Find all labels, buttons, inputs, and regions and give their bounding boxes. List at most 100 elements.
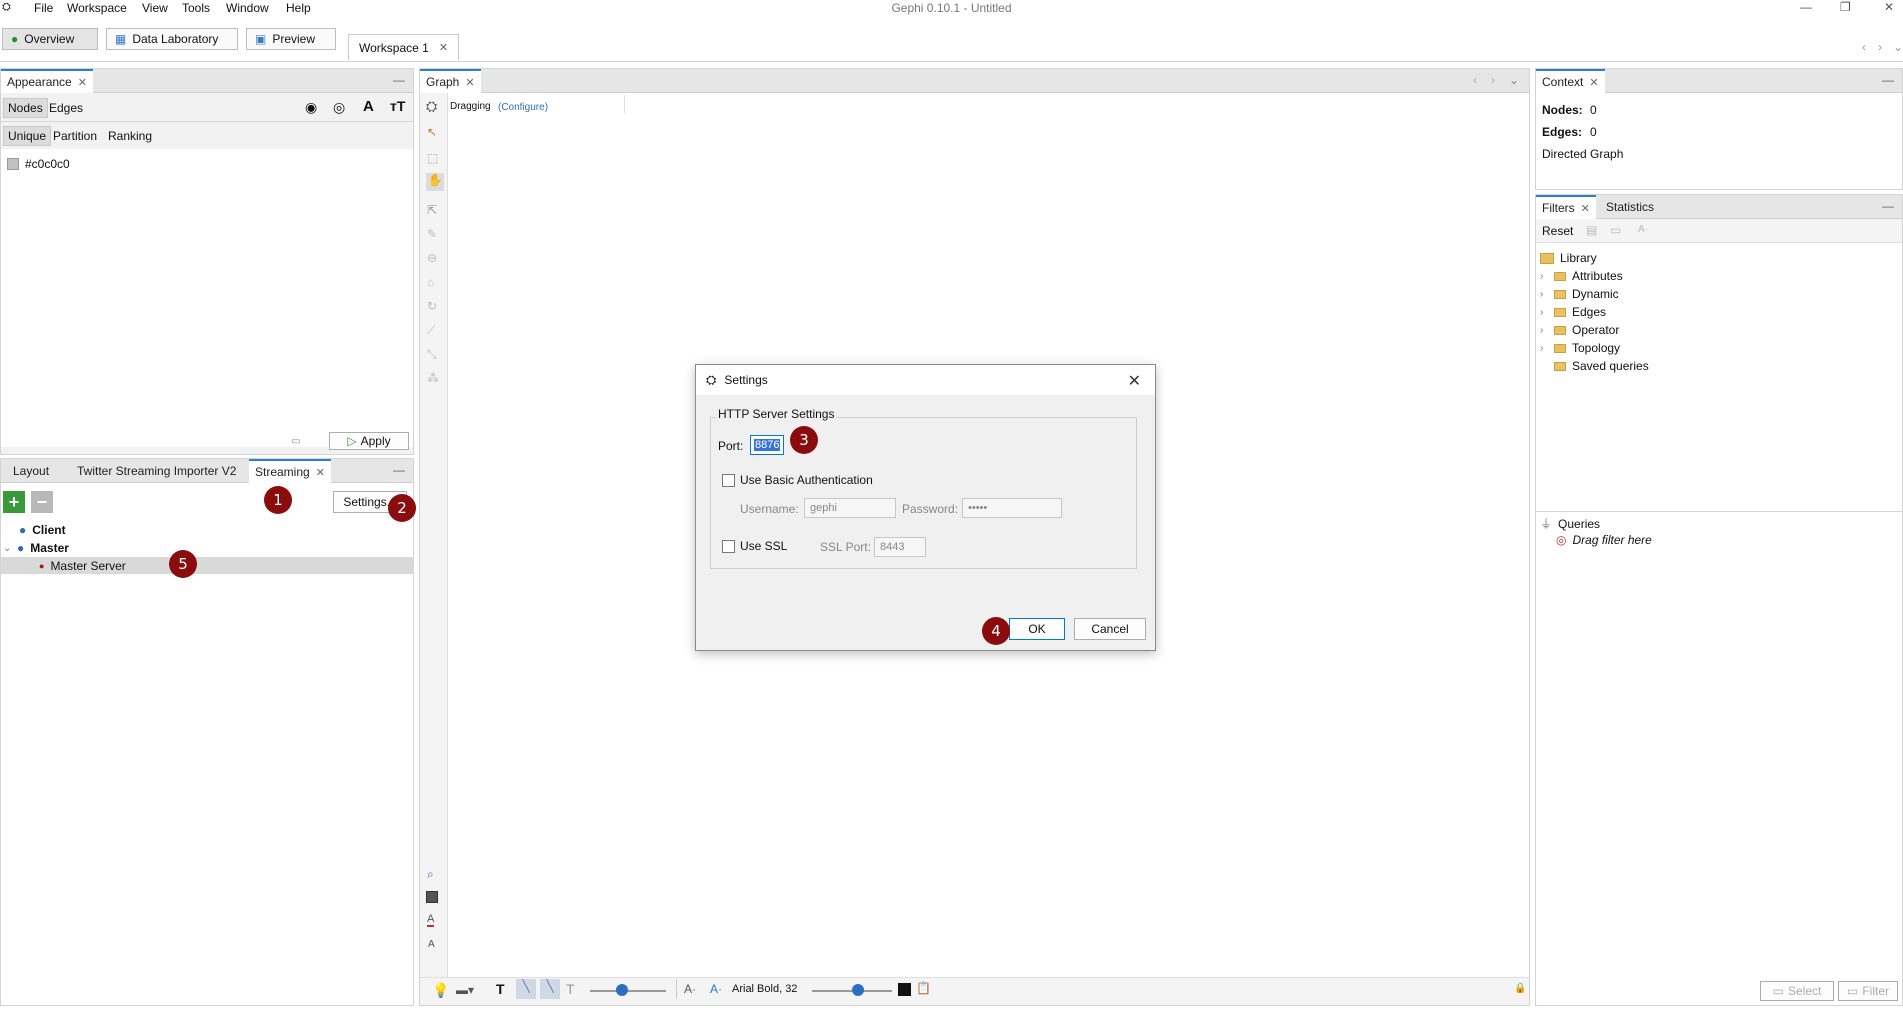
tree-item-operator[interactable]: › Operator [1540,323,1619,337]
chevron-down-icon[interactable]: ⌄ [3,543,11,554]
menu-window[interactable]: Window [226,1,269,15]
remove-icon[interactable]: − [31,491,53,513]
menu-help[interactable]: Help [286,1,311,15]
size-icon[interactable]: ◎ [333,99,345,116]
filter-button[interactable]: ▭ Filter [1838,981,1898,1001]
chevron-down-icon[interactable]: ⌄ [1509,73,1519,87]
basic-auth-checkbox[interactable] [722,474,735,487]
show-labels-icon[interactable]: T [496,981,505,997]
tree-item-library[interactable]: Library [1540,251,1597,265]
chevron-right-icon[interactable]: › [1540,325,1548,336]
minimize-panel-button[interactable]: — [1882,73,1894,87]
close-icon[interactable]: ✕ [1128,371,1141,391]
drag-hand-icon[interactable]: ✋ [426,173,444,191]
font-size-icon[interactable]: A· [684,982,696,996]
edge-toggle-icon[interactable]: ╲ [516,979,536,999]
menu-tools[interactable]: Tools [182,1,210,15]
tree-item-master-server[interactable]: ● Master Server [39,559,126,573]
apply-button[interactable]: ▷ Apply [329,432,409,450]
tree-item-client[interactable]: ● Client [19,523,66,537]
tree-item-saved-queries[interactable]: Saved queries [1554,359,1649,373]
close-icon[interactable]: ✕ [1589,76,1598,89]
minimize-panel-button[interactable]: — [393,463,405,477]
tab-unique[interactable]: Unique [3,126,52,146]
screenshot-icon[interactable]: ▬▾ [456,983,474,997]
close-icon[interactable]: ✕ [439,41,448,54]
menu-workspace[interactable]: Workspace [67,1,127,15]
scroll-right-icon[interactable]: › [1878,40,1882,54]
tree-item-edges[interactable]: › Edges [1540,305,1606,319]
chevron-right-icon[interactable]: › [1540,343,1548,354]
password-field[interactable]: ••••• [962,498,1062,518]
menu-view[interactable]: View [142,1,168,15]
label-size-icon[interactable]: тT [390,98,405,114]
chevron-right-icon[interactable]: › [1540,271,1548,282]
tab-appearance[interactable]: Appearance ✕ [1,69,93,93]
tab-twitter-importer[interactable]: Twitter Streaming Importer V2 [71,459,242,483]
slider-thumb[interactable] [852,984,864,996]
chevron-right-icon[interactable]: › [1540,307,1548,318]
tree-item-attributes[interactable]: › Attributes [1540,269,1623,283]
tab-streaming[interactable]: Streaming ✕ [249,459,331,483]
add-icon[interactable]: + [3,491,25,513]
heat-map-icon[interactable]: ⁂ [427,371,439,385]
clipboard-icon[interactable]: 📋 [916,981,931,995]
scroll-right-icon[interactable]: › [1491,73,1495,87]
font-color-icon[interactable]: A· [710,982,722,996]
color-swatch[interactable] [7,158,19,170]
tab-edges[interactable]: Edges [45,98,87,118]
edge-color-icon[interactable]: ╲ [540,979,560,999]
select-neighbors-icon[interactable]: ⇱ [427,203,437,217]
tab-workspace-1[interactable]: Workspace 1 ✕ [348,34,460,60]
export-icon[interactable]: ▤ [1586,223,1597,237]
label-color-icon[interactable]: A [427,913,435,927]
close-icon[interactable]: ✕ [1581,202,1590,215]
scroll-left-icon[interactable]: ‹ [1473,73,1477,87]
tree-item-topology[interactable]: › Topology [1540,341,1620,355]
chevron-right-icon[interactable]: › [1540,289,1548,300]
size-tool-icon[interactable]: ⊖ [427,251,437,265]
edge-labels-icon[interactable]: T [566,981,575,997]
label-color-swatch[interactable] [898,983,911,996]
edge-size-slider[interactable] [590,990,666,992]
scroll-left-icon[interactable]: ‹ [1862,40,1866,54]
tab-partition[interactable]: Partition [49,126,101,146]
palette-icon[interactable]: ◉ [305,99,317,116]
label-size-icon[interactable]: A [428,939,435,950]
save-icon[interactable]: ▭ [1610,223,1621,237]
select-button[interactable]: ▭ Select [1760,981,1834,1001]
overview-button[interactable]: ● Overview [2,28,98,50]
select-arrow-icon[interactable]: ↖ [427,125,437,139]
auto-apply-icon[interactable]: ▭ [291,436,300,447]
slider-thumb[interactable] [616,984,628,996]
font-label[interactable]: Arial Bold, 32 [732,983,797,995]
shortest-path-icon[interactable]: ⤡ [427,347,437,362]
tree-item-dynamic[interactable]: › Dynamic [1540,287,1619,301]
edge-pencil-icon[interactable]: ⟋ [427,323,435,338]
tab-ranking[interactable]: Ranking [104,126,156,146]
tab-layout[interactable]: Layout [7,459,55,483]
ssl-port-field[interactable]: 8443 [874,537,926,557]
zoom-icon[interactable]: ⌕ [427,867,434,882]
brush-icon[interactable]: ✎ [427,227,437,241]
reset-button[interactable]: Reset [1542,224,1573,238]
preview-button[interactable]: ▣ Preview [246,28,336,50]
minimize-panel-button[interactable]: — [1882,199,1894,213]
tab-nodes[interactable]: Nodes [3,98,48,118]
username-field[interactable]: gephi [804,498,896,518]
cancel-button[interactable]: Cancel [1074,618,1146,640]
menu-file[interactable]: File [34,1,53,15]
lock-icon[interactable]: 🔒 [1514,983,1526,994]
close-window-button[interactable]: ✕ [1884,0,1894,14]
configure-link[interactable]: (Configure) [498,102,548,113]
close-icon[interactable]: ✕ [316,466,325,479]
port-input[interactable]: 8876 [750,435,784,455]
close-icon[interactable]: ✕ [78,76,87,89]
tree-item-master[interactable]: ⌄ ● Master [3,541,69,555]
restore-button[interactable]: ❐ [1840,0,1851,14]
close-icon[interactable]: ✕ [465,76,474,89]
data-laboratory-button[interactable]: ▦ Data Laboratory [106,28,238,50]
rotate-icon[interactable]: ↻ [427,299,437,313]
tab-context[interactable]: Context ✕ [1536,69,1605,93]
rename-icon[interactable]: A· [1638,224,1648,235]
